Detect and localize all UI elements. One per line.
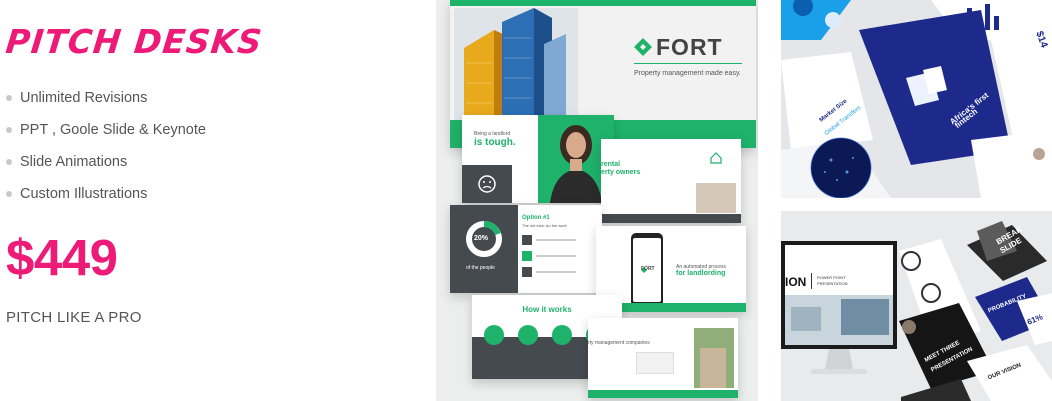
woman-portrait-image <box>550 125 602 203</box>
list-item: Unlimited Revisions <box>6 82 206 114</box>
price: $449 <box>6 229 118 286</box>
donut-value: 20% <box>474 235 489 242</box>
bullet-icon <box>6 159 12 165</box>
fintech-collage-image <box>781 0 1052 198</box>
monitor-subtitle: POWER POINT <box>817 275 846 280</box>
slide-heading: is tough. <box>474 137 516 148</box>
fort-brand: FORT <box>656 34 723 60</box>
slide-text: rty management companies <box>588 340 650 346</box>
monitor-deck-preview: ION POWER POINT PRESENTATION BREAK SLIDE… <box>781 211 1052 401</box>
bullet-icon <box>6 191 12 197</box>
monitor-title: ION <box>785 275 807 289</box>
list-item: Custom Illustrations <box>6 178 206 210</box>
option-title: Option #1 <box>522 215 550 221</box>
list-item: PPT , Goole Slide & Keynote <box>6 114 206 146</box>
company-slide: rty management companies <box>588 318 738 398</box>
fort-logo-icon <box>634 38 652 56</box>
slide-heading: How it works <box>522 305 572 314</box>
slide-heading: rental <box>601 161 621 168</box>
feature-label: Custom Illustrations <box>20 186 148 202</box>
option-subtitle: The old trick: do the work <box>522 223 567 228</box>
rental-slide: rental erty owners <box>601 139 741 223</box>
tagline: PITCH LIKE A PRO <box>6 309 142 326</box>
feature-label: PPT , Goole Slide & Keynote <box>20 122 206 138</box>
sad-face-icon <box>478 175 496 193</box>
slide-heading: for landlording <box>676 270 726 277</box>
donut-caption: of the people <box>466 265 495 271</box>
step-1-icon <box>484 325 504 345</box>
step-3-icon <box>552 325 572 345</box>
feature-label: Slide Animations <box>20 154 128 170</box>
feature-label: Unlimited Revisions <box>20 90 148 106</box>
fort-subtitle: Property management made easy. <box>634 70 741 77</box>
option-slide: 20% of the people Option #1 The old tric… <box>450 205 602 293</box>
monitor-subtitle: PRESENTATION <box>817 281 848 286</box>
page-title: PITCH DESKS <box>3 22 265 61</box>
landlord-slide: Being a landlord is tough. <box>462 115 614 203</box>
slide-heading: erty owners <box>601 169 641 176</box>
bullet-icon <box>6 127 12 133</box>
list-item: Slide Animations <box>6 146 206 178</box>
home-icon <box>710 152 722 164</box>
buildings-image <box>454 8 578 120</box>
feature-list: Unlimited Revisions PPT , Goole Slide & … <box>6 82 206 210</box>
step-2-icon <box>518 325 538 345</box>
fintech-deck-preview: $14 Africa's first fintech Market Size G… <box>781 0 1052 198</box>
bullet-icon <box>6 95 12 101</box>
phone-brand: FORT <box>641 266 655 272</box>
fort-deck-preview: FORT Property management made easy. Bein… <box>436 0 758 401</box>
